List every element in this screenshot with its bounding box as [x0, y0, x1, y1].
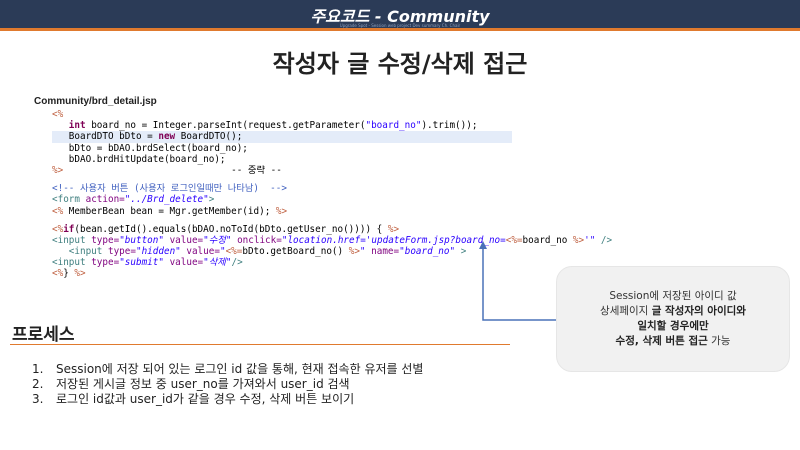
code-line: <input type="submit" value="삭제"/> [52, 257, 243, 269]
omitted-marker: -- 중략 -- [231, 164, 282, 176]
code-line: <input type="button" value="수정" onclick=… [52, 234, 613, 246]
process-steps-list: 1. Session에 저장 되어 있는 로그인 id 값을 통해, 현재 접속한… [32, 362, 423, 407]
code-line: <input type="hidden" value="<%=bDto.getB… [68, 246, 467, 258]
callout-line-2: 상세페이지 글 작성자의 아이디와 [600, 305, 746, 317]
process-divider [10, 344, 510, 345]
process-step: 3. 로그인 id값과 user_id가 같을 경우 수정, 삭제 버튼 보이기 [32, 392, 355, 406]
code-line: <!-- 사용자 버튼 (사용자 로그인일때만 나타남) --> [52, 183, 287, 195]
code-line: bDto = bDAO.brdSelect(board_no); [68, 142, 248, 154]
header-accent-line [0, 28, 800, 31]
code-line: <%if(bean.getId().equals(bDAO.noToId(bDt… [52, 223, 400, 235]
code-line: <%} %> [52, 268, 86, 280]
code-block: <% int board_no = Integer.parseInt(reque… [52, 109, 613, 280]
callout-box: Session에 저장된 아이디 값 상세페이지 글 작성자의 아이디와 일치할… [556, 266, 790, 372]
code-line-highlighted: BoardDTO bDto = new BoardDTO(); [52, 131, 512, 143]
callout-line-1: Session에 저장된 아이디 값 [609, 290, 737, 302]
code-line: <form action="../Brd_delete"> [52, 194, 215, 206]
header-bar: 주요코드 - Community Upgrade Spot - Session … [0, 0, 800, 28]
process-step: 2. 저장된 게시글 정보 중 user_no를 가져와서 user_id 검색 [32, 377, 350, 391]
process-heading: 프로세스 [12, 325, 75, 345]
callout-line-4: 수정, 삭제 버튼 접근 가능 [615, 335, 731, 347]
callout-line-3: 일치할 경우에만 [637, 320, 709, 332]
file-path-label: Community/brd_detail.jsp [34, 96, 157, 107]
code-line: <% [52, 109, 64, 120]
code-line: int board_no = Integer.parseInt(request.… [68, 120, 478, 132]
process-step: 1. Session에 저장 되어 있는 로그인 id 값을 통해, 현재 접속한… [32, 362, 424, 376]
code-line: <% MemberBean bean = Mgr.getMember(id); … [52, 205, 288, 217]
slide-title: 작성자 글 수정/삭제 접근 [272, 50, 528, 78]
code-line: %> -- 중략 -- [52, 164, 282, 176]
code-line: bDAO.brdHitUpdate(board_no); [68, 153, 226, 165]
